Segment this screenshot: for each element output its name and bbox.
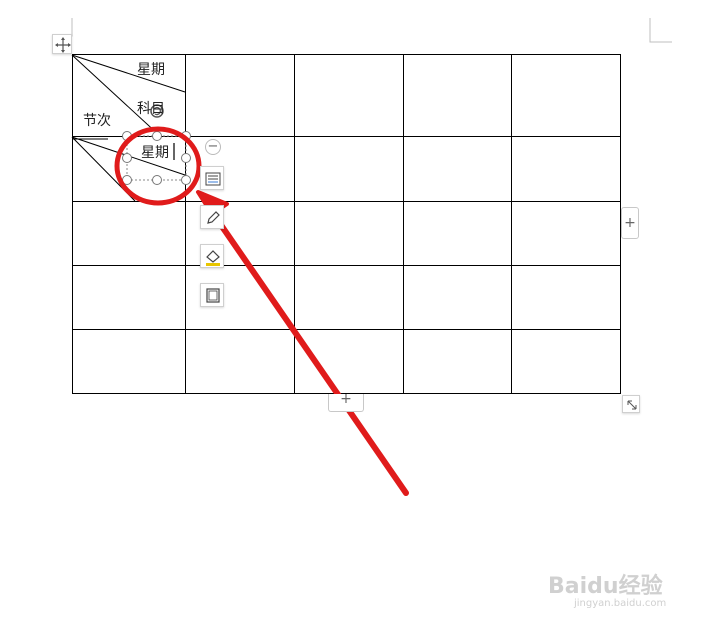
header-period-label: 节次: [83, 113, 111, 129]
remove-button[interactable]: −: [205, 139, 221, 155]
add-row-button[interactable]: +: [328, 391, 364, 412]
resize-handle[interactable]: [152, 175, 162, 185]
watermark-domain: jingyan.baidu.com: [574, 598, 667, 609]
text-wrap-icon: [205, 172, 221, 186]
resize-handle[interactable]: [122, 153, 132, 163]
annotation-arrow-shaft: [209, 209, 409, 496]
outline-button[interactable]: [200, 283, 224, 307]
resize-handle[interactable]: [181, 153, 191, 163]
outline-icon: [206, 288, 220, 303]
edit-shape-button[interactable]: [200, 205, 224, 229]
resize-handle[interactable]: [181, 175, 191, 185]
move-icon: [55, 37, 71, 53]
add-column-button[interactable]: +: [621, 207, 639, 239]
textbox-text[interactable]: 星期: [141, 142, 169, 162]
header-weekday-label: 星期: [137, 62, 165, 78]
resize-diagonal-icon: [627, 400, 637, 410]
page-corner-mark-top-right: [649, 18, 672, 43]
table-resize-handle[interactable]: [622, 395, 640, 413]
header-subject-label: 科目: [137, 101, 165, 117]
paint-bucket-icon: [206, 250, 220, 266]
plus-icon: +: [340, 391, 352, 407]
resize-handle[interactable]: [152, 131, 162, 141]
minus-icon: −: [207, 139, 219, 154]
fill-color-button[interactable]: [200, 244, 224, 268]
layout-options-button[interactable]: [200, 166, 224, 190]
baidu-watermark: Baidu经验: [548, 574, 663, 599]
pencil-icon: [207, 211, 220, 224]
table-move-handle[interactable]: [52, 34, 72, 54]
document-table: [54, 18, 672, 496]
plus-icon: +: [624, 215, 636, 231]
